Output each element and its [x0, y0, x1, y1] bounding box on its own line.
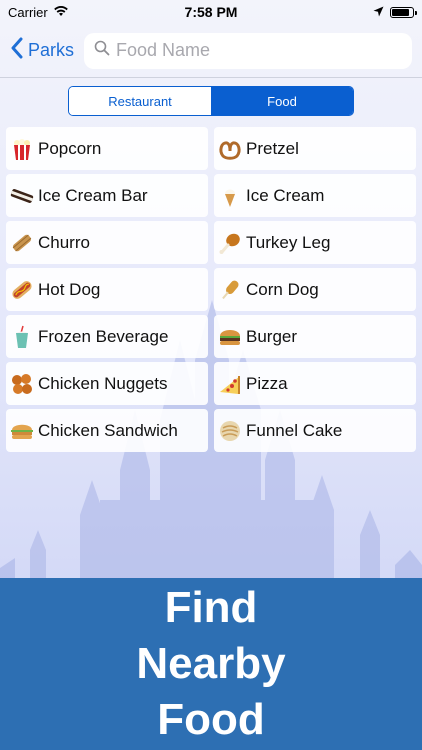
food-item-label: Chicken Sandwich — [38, 420, 178, 440]
food-item-label: Pizza — [246, 373, 288, 393]
back-button[interactable]: Parks — [10, 37, 82, 64]
food-item-pizza[interactable]: Pizza — [214, 362, 416, 405]
food-item-label: Turkey Leg — [246, 232, 331, 252]
food-item-chicken-sandwich[interactable]: Chicken Sandwich — [6, 409, 208, 452]
popcorn-icon — [10, 137, 34, 161]
banner-line-3: Food — [157, 695, 265, 744]
search-icon — [94, 40, 110, 61]
search-input[interactable] — [116, 40, 402, 61]
food-item-pretzel[interactable]: Pretzel — [214, 127, 416, 170]
ice-cream-bar-icon — [10, 184, 34, 208]
food-item-label: Pretzel — [246, 138, 299, 158]
food-item-burger[interactable]: Burger — [214, 315, 416, 358]
food-item-hot-dog[interactable]: Hot Dog — [6, 268, 208, 311]
banner-line-2: Nearby — [136, 639, 286, 688]
hot-dog-icon — [10, 278, 34, 302]
frozen-beverage-icon — [10, 325, 34, 349]
food-item-churro[interactable]: Churro — [6, 221, 208, 264]
location-arrow-icon — [373, 5, 384, 20]
food-item-label: Corn Dog — [246, 279, 319, 299]
food-item-label: Chicken Nuggets — [38, 373, 168, 393]
food-item-popcorn[interactable]: Popcorn — [6, 127, 208, 170]
chicken-nuggets-icon — [10, 372, 34, 396]
pretzel-icon — [218, 137, 242, 161]
food-item-turkey-leg[interactable]: Turkey Leg — [214, 221, 416, 264]
back-label: Parks — [28, 40, 75, 60]
turkey-leg-icon — [218, 231, 242, 255]
segment-restaurant[interactable]: Restaurant — [69, 87, 211, 115]
status-time: 7:58 PM — [184, 4, 238, 20]
segmented-control: Restaurant Food — [68, 86, 354, 116]
food-item-frozen-beverage[interactable]: Frozen Beverage — [6, 315, 208, 358]
food-item-label: Frozen Beverage — [38, 326, 169, 346]
pizza-icon — [218, 372, 242, 396]
food-item-label: Ice Cream Bar — [38, 185, 148, 205]
chevron-left-icon — [10, 37, 24, 64]
battery-icon — [390, 6, 417, 18]
food-item-label: Ice Cream — [246, 185, 325, 205]
food-item-label: Popcorn — [38, 138, 102, 158]
navigation-bar: Parks — [0, 24, 422, 78]
corn-dog-icon — [218, 278, 242, 302]
wifi-icon — [53, 5, 69, 20]
banner-line-1: Find — [164, 583, 258, 632]
burger-icon — [218, 325, 242, 349]
segment-food[interactable]: Food — [211, 87, 353, 115]
promo-banner: Find Nearby Food — [0, 578, 422, 750]
food-grid: Popcorn Pretzel Ice Cream Bar Ice Cream — [6, 127, 416, 452]
funnel-cake-icon — [218, 419, 242, 443]
food-item-corn-dog[interactable]: Corn Dog — [214, 268, 416, 311]
ice-cream-icon — [218, 184, 242, 208]
food-item-label: Hot Dog — [38, 279, 101, 299]
food-item-label: Churro — [38, 232, 90, 252]
status-bar: Carrier 7:58 PM — [0, 0, 422, 24]
chicken-sandwich-icon — [10, 419, 34, 443]
food-item-label: Burger — [246, 326, 298, 346]
food-item-chicken-nuggets[interactable]: Chicken Nuggets — [6, 362, 208, 405]
carrier-label: Carrier — [8, 4, 48, 20]
food-item-funnel-cake[interactable]: Funnel Cake — [214, 409, 416, 452]
search-box[interactable] — [84, 32, 412, 69]
food-item-label: Funnel Cake — [246, 420, 343, 440]
food-item-ice-cream[interactable]: Ice Cream — [214, 174, 416, 217]
churro-icon — [10, 231, 34, 255]
food-item-ice-cream-bar[interactable]: Ice Cream Bar — [6, 174, 208, 217]
